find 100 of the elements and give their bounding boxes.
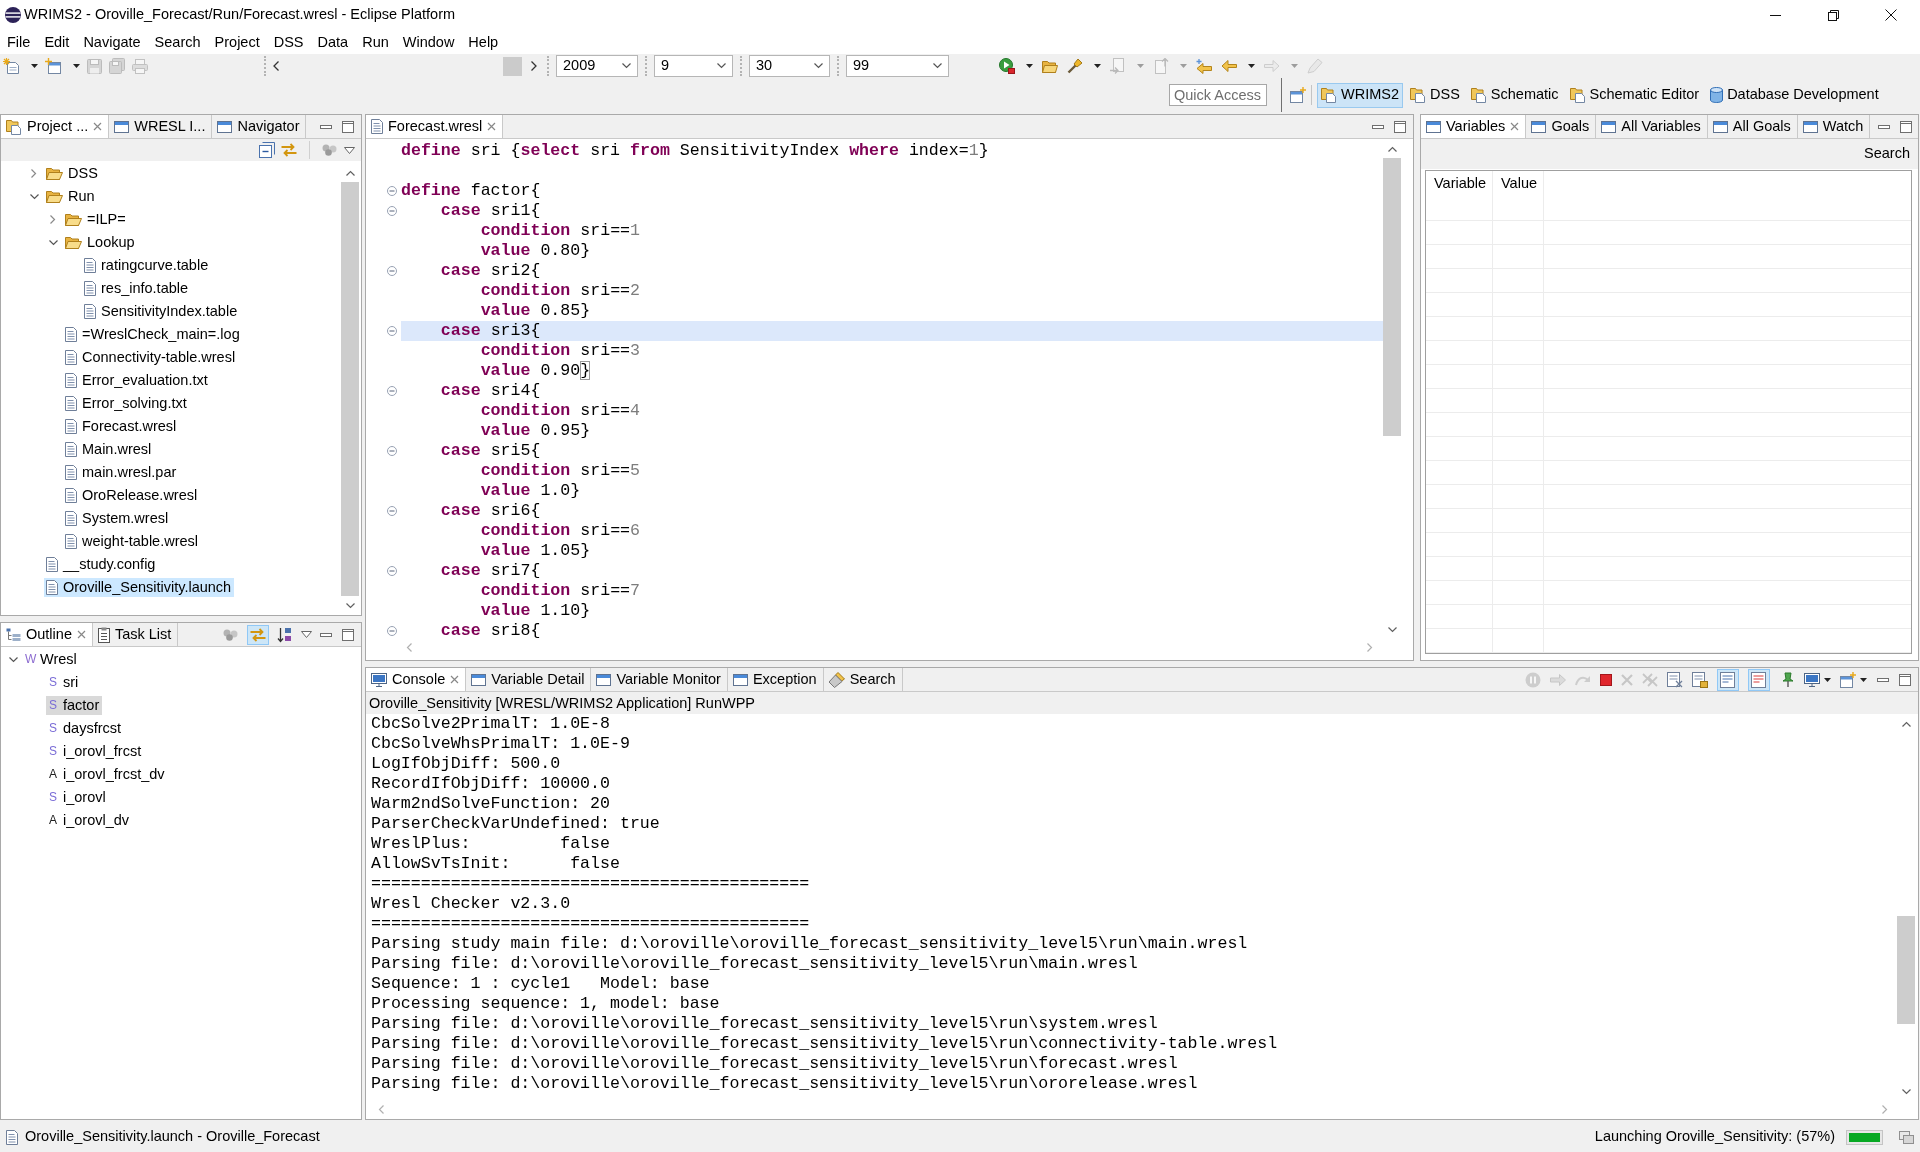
menu-item[interactable]: Edit xyxy=(37,30,77,54)
tree-item[interactable]: res_info.table xyxy=(82,278,192,299)
menu-item[interactable]: Project xyxy=(207,30,267,54)
combo-box[interactable]: 30 xyxy=(749,55,830,77)
tree-item[interactable]: __study.config xyxy=(44,554,159,575)
collapse-icon[interactable] xyxy=(387,186,397,196)
tree-item[interactable]: A i_orovl_dv xyxy=(46,810,133,831)
perspective-button[interactable]: Database Development xyxy=(1706,82,1883,108)
sort-icon[interactable] xyxy=(277,626,293,643)
folder-icon[interactable] xyxy=(1042,59,1058,73)
combo-box[interactable]: 2009 xyxy=(556,55,638,77)
combo-box[interactable]: 9 xyxy=(654,55,733,77)
tab[interactable]: Outline xyxy=(1,623,93,646)
combo-box[interactable]: 99 xyxy=(846,55,949,77)
collapse-icon[interactable] xyxy=(387,566,397,576)
scroll-lock-icon[interactable] xyxy=(1692,671,1708,688)
chevron-right-icon[interactable] xyxy=(531,61,537,71)
tab[interactable]: Console xyxy=(366,668,467,691)
tree-item[interactable]: W Wresl xyxy=(23,649,80,670)
perspective-button[interactable]: DSS xyxy=(1406,82,1464,108)
tree-item[interactable]: S i_orovl xyxy=(46,787,109,808)
caret-icon[interactable] xyxy=(1094,64,1101,68)
menu-item[interactable]: File xyxy=(0,30,38,54)
restore-icon[interactable] xyxy=(1827,9,1839,21)
scrollbar-thumb[interactable] xyxy=(1897,916,1915,1024)
maximize-icon[interactable] xyxy=(342,120,354,133)
tree-item[interactable]: Error_evaluation.txt xyxy=(63,370,211,391)
perspective-button[interactable]: Schematic xyxy=(1466,82,1563,108)
tree-item[interactable]: Forecast.wresl xyxy=(63,416,180,437)
back-arrow-icon[interactable] xyxy=(1221,60,1237,72)
dots-icon[interactable] xyxy=(322,144,338,156)
windows-icon[interactable] xyxy=(1899,1130,1914,1144)
dots-icon[interactable] xyxy=(223,628,239,641)
tree-item[interactable]: S sri xyxy=(46,672,82,693)
caret-icon[interactable] xyxy=(1860,677,1867,682)
collapse-icon[interactable] xyxy=(387,506,397,516)
search-label[interactable]: Search xyxy=(1864,145,1910,163)
menu-item[interactable]: Help xyxy=(461,30,506,54)
tree-item[interactable]: ratingcurve.table xyxy=(82,255,212,276)
console-error-icon[interactable] xyxy=(1748,668,1770,691)
collapse-icon[interactable] xyxy=(387,626,397,636)
tree-item[interactable]: System.wresl xyxy=(63,508,172,529)
minimize-icon[interactable] xyxy=(1769,14,1781,16)
tree-item[interactable]: Oroville_Sensitivity.launch xyxy=(44,577,235,598)
tree-item[interactable]: SensitivityIndex.table xyxy=(82,301,241,322)
run-icon[interactable] xyxy=(999,58,1015,74)
collapse-all-icon[interactable] xyxy=(259,142,275,158)
chevron-down-icon[interactable] xyxy=(48,239,58,246)
sync-arrows-icon[interactable] xyxy=(247,624,269,645)
sync-arrows-icon[interactable] xyxy=(281,143,297,157)
maximize-icon[interactable] xyxy=(1899,673,1911,686)
chevron-down-icon[interactable] xyxy=(8,656,18,663)
perspective-button[interactable]: WRIMS2 xyxy=(1317,82,1403,108)
tree-item[interactable]: Run xyxy=(44,186,98,207)
tree-item[interactable]: DSS xyxy=(44,163,101,184)
caret-icon[interactable] xyxy=(1248,64,1255,68)
tree-item[interactable]: Error_solving.txt xyxy=(63,393,190,414)
clear-console-icon[interactable] xyxy=(1667,671,1683,688)
menu-icon[interactable] xyxy=(301,631,312,638)
window-add-icon[interactable] xyxy=(1290,87,1306,103)
collapse-icon[interactable] xyxy=(387,446,397,456)
menu-item[interactable]: Navigate xyxy=(76,30,148,54)
caret-icon[interactable] xyxy=(73,64,80,68)
scrollbar-thumb[interactable] xyxy=(1383,158,1401,436)
tree-item[interactable]: Connectivity-table.wresl xyxy=(63,347,239,368)
monitor-icon[interactable] xyxy=(1804,672,1820,687)
collapse-icon[interactable] xyxy=(387,386,397,396)
tree-item[interactable]: =ILP= xyxy=(63,209,129,230)
back-arrow-icon[interactable] xyxy=(1196,58,1212,74)
collapse-icon[interactable] xyxy=(387,206,397,216)
new-window-icon[interactable] xyxy=(45,58,61,74)
maximize-icon[interactable] xyxy=(1900,120,1913,133)
collapse-icon[interactable] xyxy=(387,266,397,276)
tree-item[interactable]: S daysfrcst xyxy=(46,718,124,739)
brush-icon[interactable] xyxy=(1067,58,1083,74)
tree-item[interactable]: Main.wresl xyxy=(63,439,155,460)
maximize-icon[interactable] xyxy=(342,628,354,641)
menu-item[interactable]: Run xyxy=(355,30,396,54)
close-icon[interactable] xyxy=(1885,9,1897,21)
tree-item[interactable]: S i_orovl_frcst xyxy=(46,741,145,762)
menu-item[interactable]: DSS xyxy=(266,30,311,54)
chevron-down-icon[interactable] xyxy=(29,193,39,200)
tab[interactable]: Variables xyxy=(1421,115,1527,138)
quick-access-field[interactable]: Quick Access xyxy=(1169,84,1267,106)
caret-icon[interactable] xyxy=(31,64,38,68)
tab[interactable]: Project ... xyxy=(1,115,110,138)
tab[interactable]: Forecast.wresl xyxy=(366,115,504,138)
menu-item[interactable]: Search xyxy=(147,30,208,54)
caret-icon[interactable] xyxy=(1026,64,1033,68)
new-file-icon[interactable] xyxy=(3,58,19,74)
tree-item[interactable]: =WreslCheck_main=.log xyxy=(63,324,243,345)
menu-item[interactable]: Window xyxy=(395,30,462,54)
tree-item[interactable]: main.wresl.par xyxy=(63,462,180,483)
maximize-icon[interactable] xyxy=(1394,120,1406,133)
perspective-button[interactable]: Schematic Editor xyxy=(1565,82,1704,108)
chevron-left-icon[interactable] xyxy=(273,61,279,71)
caret-icon[interactable] xyxy=(1824,677,1831,682)
stop-icon[interactable] xyxy=(1600,673,1612,686)
tree-item[interactable]: S factor xyxy=(46,695,103,716)
collapse-icon[interactable] xyxy=(387,326,397,336)
